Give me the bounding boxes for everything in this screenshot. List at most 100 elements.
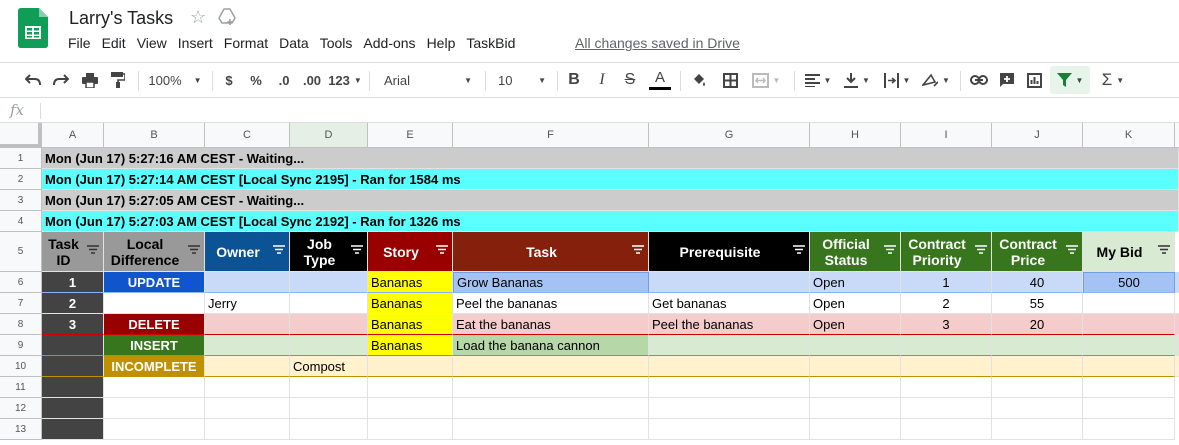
menu-item-edit[interactable]: Edit: [102, 35, 126, 51]
header-my-bid[interactable]: My Bid: [1083, 232, 1175, 272]
filter-icon[interactable]: [273, 245, 285, 254]
menu-item-format[interactable]: Format: [224, 35, 268, 51]
cell-my-bid[interactable]: [1083, 356, 1175, 377]
insert-comment-icon[interactable]: [994, 63, 1020, 97]
cell-task-id[interactable]: [42, 335, 104, 356]
cell-prerequisite[interactable]: [649, 335, 810, 356]
row-header-7[interactable]: 7: [0, 293, 42, 314]
text-rotation-icon[interactable]: ▼: [919, 63, 953, 97]
menu-item-help[interactable]: Help: [427, 35, 456, 51]
cell-job-type[interactable]: Compost: [290, 356, 368, 377]
filter-icon[interactable]: [436, 245, 448, 254]
empty-cell[interactable]: [205, 377, 290, 398]
empty-cell[interactable]: [42, 377, 104, 398]
font-select[interactable]: Arial ▼: [378, 63, 478, 97]
cell-task-id[interactable]: 3: [42, 314, 104, 335]
merge-cells-icon[interactable]: ▼: [746, 63, 786, 97]
cell-local-difference[interactable]: INSERT: [104, 335, 205, 356]
menu-item-data[interactable]: Data: [279, 35, 309, 51]
cell-official-status[interactable]: Open: [810, 293, 901, 314]
cell-official-status[interactable]: [810, 356, 901, 377]
insert-chart-icon[interactable]: [1021, 63, 1047, 97]
menu-item-addons[interactable]: Add-ons: [363, 35, 415, 51]
cell-story[interactable]: Bananas: [368, 272, 453, 293]
filter-icon[interactable]: [1066, 245, 1078, 254]
cell-job-type[interactable]: [290, 314, 368, 335]
filter-icon[interactable]: [632, 245, 644, 254]
column-header-f[interactable]: F: [453, 123, 649, 148]
empty-cell[interactable]: [42, 419, 104, 440]
borders-icon[interactable]: [717, 63, 743, 97]
save-status-link[interactable]: All changes saved in Drive: [575, 35, 740, 51]
empty-cell[interactable]: [42, 398, 104, 419]
header-official-status[interactable]: Official Status: [810, 232, 901, 272]
italic-button[interactable]: I: [591, 63, 613, 97]
column-header-c[interactable]: C: [205, 123, 290, 148]
row-header-1[interactable]: 1: [0, 148, 42, 169]
cell-contract-priority[interactable]: [901, 356, 992, 377]
empty-cell[interactable]: [104, 377, 205, 398]
strikethrough-button[interactable]: S: [619, 63, 641, 97]
percent-format-button[interactable]: %: [245, 63, 267, 97]
cell-task[interactable]: [453, 356, 649, 377]
fill-color-icon[interactable]: [686, 63, 712, 97]
filter-icon[interactable]: [884, 245, 896, 254]
menu-item-insert[interactable]: Insert: [178, 35, 213, 51]
cell-task[interactable]: Peel the bananas: [453, 293, 649, 314]
cell-official-status[interactable]: [810, 335, 901, 356]
log-row[interactable]: Mon (Jun 17) 5:27:16 AM CEST - Waiting..…: [42, 148, 1179, 169]
empty-cell[interactable]: [1083, 419, 1175, 440]
empty-cell[interactable]: [901, 377, 992, 398]
row-header-4[interactable]: 4: [0, 211, 42, 232]
row-header-9[interactable]: 9: [0, 335, 42, 356]
column-header-j[interactable]: J: [992, 123, 1083, 148]
cell-contract-priority[interactable]: 1: [901, 272, 992, 293]
empty-cell[interactable]: [453, 377, 649, 398]
select-all-corner[interactable]: [0, 123, 42, 148]
empty-cell[interactable]: [104, 398, 205, 419]
filter-icon[interactable]: [1158, 245, 1170, 254]
increase-decimal-button[interactable]: .00: [298, 63, 326, 97]
menu-item-file[interactable]: File: [68, 35, 91, 51]
row-header-12[interactable]: 12: [0, 398, 42, 419]
log-row[interactable]: Mon (Jun 17) 5:27:03 AM CEST [Local Sync…: [42, 211, 1179, 232]
cell-contract-price[interactable]: [992, 335, 1083, 356]
cell-owner[interactable]: [205, 272, 290, 293]
empty-cell[interactable]: [901, 419, 992, 440]
empty-cell[interactable]: [1083, 377, 1175, 398]
cell-story[interactable]: Bananas: [368, 335, 453, 356]
cell-prerequisite[interactable]: [649, 356, 810, 377]
header-contract-priority[interactable]: Contract Priority: [901, 232, 992, 272]
row-header-6[interactable]: 6: [0, 272, 42, 293]
column-header-g[interactable]: G: [649, 123, 810, 148]
move-to-drive-icon[interactable]: [218, 8, 236, 26]
row-header-8[interactable]: 8: [0, 314, 42, 335]
empty-cell[interactable]: [649, 398, 810, 419]
filter-icon[interactable]: [351, 245, 363, 254]
cell-job-type[interactable]: [290, 272, 368, 293]
column-header-i[interactable]: I: [901, 123, 992, 148]
cell-contract-price[interactable]: 20: [992, 314, 1083, 335]
cell-overflow[interactable]: [1175, 314, 1179, 335]
cell-official-status[interactable]: Open: [810, 314, 901, 335]
star-icon[interactable]: ☆: [190, 7, 206, 28]
cell-task-id[interactable]: [42, 356, 104, 377]
paint-format-icon[interactable]: [105, 63, 131, 97]
filter-icon[interactable]: [975, 245, 987, 254]
filter-icon[interactable]: [188, 245, 200, 254]
empty-cell[interactable]: [290, 398, 368, 419]
filter-icon[interactable]: [87, 245, 99, 254]
text-wrapping-icon[interactable]: ▼: [880, 63, 914, 97]
menu-item-view[interactable]: View: [137, 35, 167, 51]
cell-owner[interactable]: Jerry: [205, 293, 290, 314]
cell-overflow[interactable]: [1175, 356, 1179, 377]
empty-cell[interactable]: [1083, 398, 1175, 419]
header-owner[interactable]: Owner: [205, 232, 290, 272]
column-header-e[interactable]: E: [368, 123, 453, 148]
cell-local-difference[interactable]: INCOMPLETE: [104, 356, 205, 377]
functions-button[interactable]: Σ ▼: [1095, 63, 1131, 97]
cell-official-status[interactable]: Open: [810, 272, 901, 293]
cell-my-bid[interactable]: [1083, 314, 1175, 335]
empty-cell[interactable]: [649, 419, 810, 440]
text-color-button[interactable]: A: [647, 63, 673, 97]
